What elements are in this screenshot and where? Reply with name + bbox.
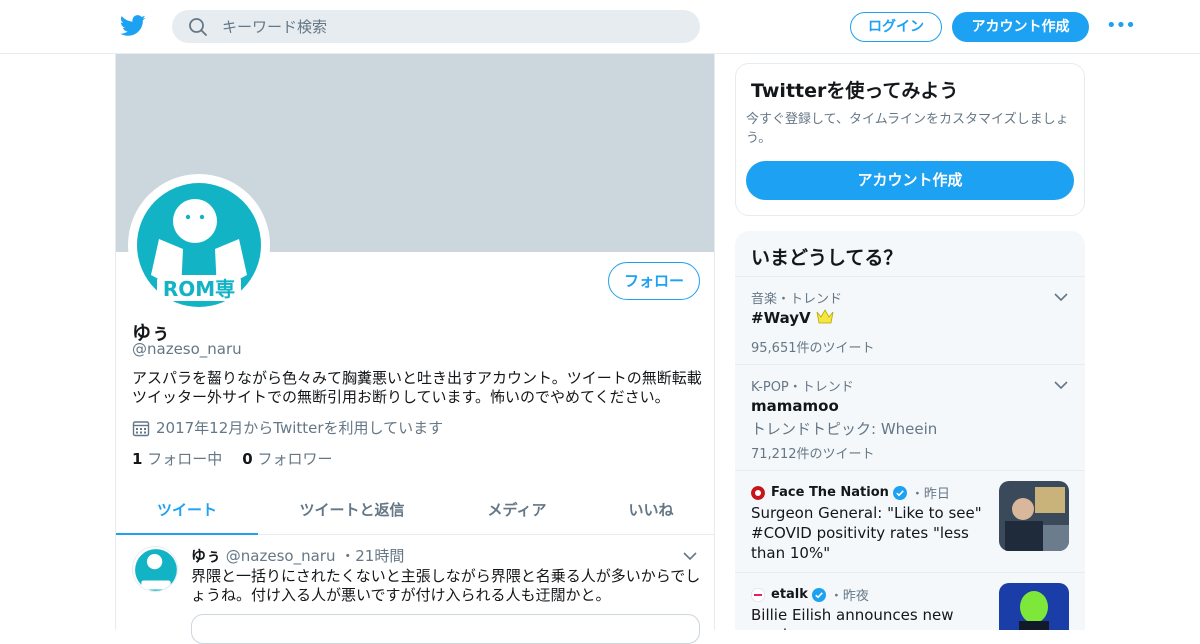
rom-avatar-image: ROM専 bbox=[137, 183, 261, 307]
trend-subtitle: トレンドトピック: Wheein bbox=[751, 420, 938, 438]
tweet-time[interactable]: ・21時間 bbox=[340, 547, 404, 565]
trend-title-text: #WayV bbox=[751, 309, 811, 327]
avatar-text: ROM専 bbox=[163, 277, 235, 301]
profile-column: ROM専 フォロー ゆぅ @nazeso_naru アスパラを齧りながら色々みて… bbox=[115, 54, 715, 644]
news-item[interactable]: etalk ・昨夜 Billie Eilish announces new mu… bbox=[735, 572, 1085, 630]
news-headline: Surgeon General: "Like to see" #COVID po… bbox=[751, 504, 982, 562]
trends-card: いまどうしてる？ 音楽・トレンド #WayV 95,651件のツイート K-PO… bbox=[735, 231, 1085, 630]
trend-title: #WayV bbox=[751, 309, 834, 327]
signup-card-description: 今すぐ登録して、タイムラインをカスタマイズしましょう。 bbox=[746, 112, 1069, 146]
tab-media[interactable]: メディア bbox=[446, 485, 588, 535]
chevron-down-icon[interactable] bbox=[682, 548, 698, 564]
quoted-tweet[interactable] bbox=[191, 614, 700, 644]
face-the-nation-logo-icon bbox=[751, 485, 765, 500]
tab-tweets[interactable]: ツイート bbox=[116, 485, 258, 535]
profile-handle: @nazeso_naru bbox=[132, 340, 242, 358]
tab-likes[interactable]: いいね bbox=[588, 485, 714, 535]
signup-card: Twitterを使ってみよう 今すぐ登録して、タイムラインをカスタマイズしましょ… bbox=[735, 63, 1085, 216]
tweet-item[interactable]: ゆぅ @nazeso_naru ・21時間 界隈と一括りにされたくないと主張しな… bbox=[116, 536, 714, 644]
tweet-avatar-image bbox=[133, 547, 177, 591]
trend-item[interactable]: K-POP・トレンド mamamoo トレンドトピック: Wheein 71,2… bbox=[735, 364, 1085, 470]
chevron-down-icon[interactable] bbox=[1053, 289, 1069, 305]
signup-button[interactable]: アカウント作成 bbox=[952, 12, 1089, 42]
search-input[interactable] bbox=[222, 10, 682, 43]
news-thumbnail[interactable] bbox=[999, 481, 1069, 551]
joined-date: 2017年12月からTwitterを利用しています bbox=[132, 417, 443, 438]
news-item[interactable]: Face The Nation ・昨日 Surgeon General: "Li… bbox=[735, 470, 1085, 572]
tab-tweets-and-replies[interactable]: ツイートと返信 bbox=[258, 485, 446, 535]
follow-button[interactable]: フォロー bbox=[608, 262, 700, 300]
etalk-logo-icon bbox=[751, 587, 765, 602]
trend-meta: 音楽・トレンド bbox=[751, 292, 843, 307]
follow-stats: 1 フォロー中 0 フォロワー bbox=[132, 448, 332, 469]
trend-count: 95,651件のツイート bbox=[751, 341, 875, 356]
twitter-logo-icon[interactable] bbox=[120, 14, 146, 38]
news-source-name: Face The Nation bbox=[771, 485, 889, 500]
news-thumbnail[interactable] bbox=[999, 583, 1069, 630]
following-count: 1 bbox=[132, 450, 143, 468]
trend-title: mamamoo bbox=[751, 397, 839, 415]
followers-count: 0 bbox=[242, 450, 253, 468]
trend-meta: K-POP・トレンド bbox=[751, 380, 854, 395]
tweet-header: ゆぅ @nazeso_naru ・21時間 bbox=[191, 545, 404, 566]
verified-badge-icon bbox=[892, 485, 907, 500]
followers-label: フォロワー bbox=[257, 450, 333, 468]
news-source-name: etalk bbox=[771, 587, 808, 602]
signup-card-title: Twitterを使ってみよう bbox=[751, 80, 959, 102]
profile-bio: アスパラを齧りながら色々みて胸糞悪いと吐き出すアカウント。ツイートの無断転載ツイ… bbox=[132, 369, 702, 406]
login-button[interactable]: ログイン bbox=[850, 12, 942, 42]
top-navigation-bar: ログイン アカウント作成 ••• bbox=[0, 0, 1200, 54]
tweet-avatar[interactable] bbox=[132, 546, 178, 592]
news-headline: Billie Eilish announces new music bbox=[751, 606, 954, 630]
news-source: etalk ・昨夜 bbox=[751, 585, 869, 604]
more-menu-icon[interactable]: ••• bbox=[1106, 17, 1136, 35]
news-time: ・昨日 bbox=[910, 487, 950, 502]
trend-count: 71,212件のツイート bbox=[751, 447, 875, 462]
tweet-author-handle[interactable]: @nazeso_naru bbox=[226, 547, 336, 565]
chevron-down-icon[interactable] bbox=[1053, 377, 1069, 393]
followers-link[interactable]: 0 フォロワー bbox=[242, 450, 332, 468]
news-image bbox=[999, 583, 1069, 630]
joined-text: 2017年12月からTwitterを利用しています bbox=[156, 419, 444, 437]
following-label: フォロー中 bbox=[147, 450, 223, 468]
profile-avatar[interactable]: ROM専 bbox=[128, 174, 270, 316]
trend-item[interactable]: 音楽・トレンド #WayV 95,651件のツイート bbox=[735, 276, 1085, 364]
trends-title: いまどうしてる？ bbox=[751, 247, 903, 269]
profile-tabs: ツイート ツイートと返信 メディア いいね bbox=[116, 485, 714, 535]
crown-emoji-icon bbox=[816, 309, 834, 324]
calendar-icon bbox=[132, 420, 150, 436]
verified-badge-icon bbox=[811, 587, 826, 602]
signup-card-button[interactable]: アカウント作成 bbox=[746, 161, 1074, 200]
news-time: ・昨夜 bbox=[829, 589, 869, 604]
tweet-text: 界隈と一括りにされたくないと主張しながら界隈と名乗る人が多いからでしょうね。付け… bbox=[191, 567, 701, 604]
news-source: Face The Nation ・昨日 bbox=[751, 483, 950, 502]
news-image bbox=[999, 481, 1069, 551]
search-bar bbox=[172, 10, 700, 43]
tweet-author-name[interactable]: ゆぅ bbox=[191, 547, 221, 565]
search-icon bbox=[189, 18, 207, 36]
following-link[interactable]: 1 フォロー中 bbox=[132, 450, 222, 468]
